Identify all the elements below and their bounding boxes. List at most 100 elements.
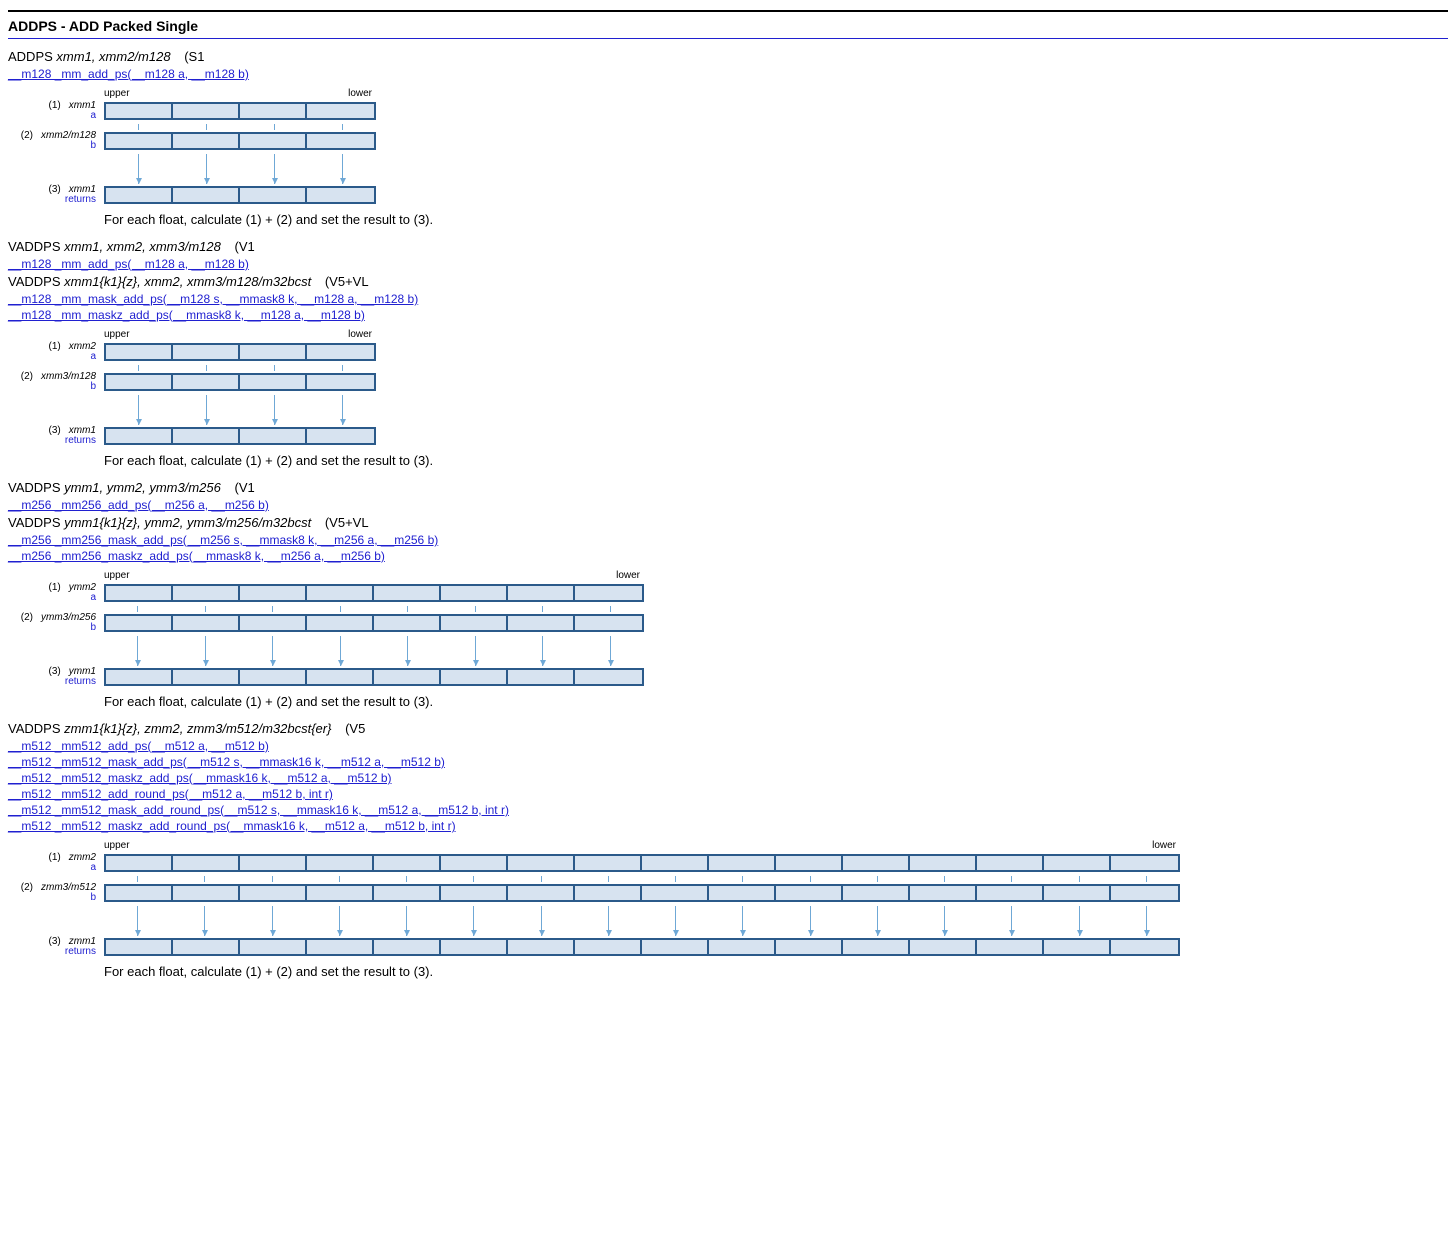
operands: ymm1{k1}{z}, ymm2, ymm3/m256/m32bcst [64, 515, 311, 530]
encoding: (V5+VL [325, 274, 369, 289]
connector-stem [742, 876, 743, 882]
intrinsic-link[interactable]: __m256 _mm256_add_ps(__m256 a, __m256 b) [8, 498, 269, 512]
operand-label: (1)zmm2 a [8, 853, 104, 873]
intrinsic-link[interactable]: __m256 _mm256_maskz_add_ps(__mmask8 k, _… [8, 549, 385, 563]
intrinsic-link[interactable]: __m128 _mm_add_ps(__m128 a, __m128 b) [8, 67, 249, 81]
lane [173, 375, 240, 389]
arrow-down-icon [675, 906, 676, 936]
register-lanes [104, 854, 1180, 872]
intrinsic-link[interactable]: __m128 _mm_mask_add_ps(__m128 s, __mmask… [8, 292, 418, 306]
connector-stem [206, 365, 207, 371]
arrow-down-icon [137, 636, 138, 666]
arrow-down-icon [274, 395, 275, 425]
register-lanes [104, 584, 644, 602]
lane [843, 856, 910, 870]
arrow-down-icon [742, 906, 743, 936]
arrow-down-icon [608, 906, 609, 936]
lane [307, 429, 374, 443]
lane [508, 856, 575, 870]
arrow-down-icon [877, 906, 878, 936]
lane [776, 940, 843, 954]
arrow-down-icon [1079, 906, 1080, 936]
connector-stem [1146, 876, 1147, 882]
operand-label: (2)zmm3/m512 b [8, 883, 104, 903]
operand-row: (1)ymm2 a [8, 582, 1448, 604]
register-lanes [104, 668, 644, 686]
intrinsic-link[interactable]: __m256 _mm256_mask_add_ps(__m256 s, __mm… [8, 533, 438, 547]
lane [173, 856, 240, 870]
encoding: (V1 [235, 239, 255, 254]
lane [240, 345, 307, 359]
operands: ymm1, ymm2, ymm3/m256 [64, 480, 221, 495]
connector-stem [473, 876, 474, 882]
lane [575, 940, 642, 954]
operand-label: (2)xmm3/m128 b [8, 372, 104, 392]
lane [307, 188, 374, 202]
lane [106, 104, 173, 118]
signature: VADDPS xmm1{k1}{z}, xmm2, xmm3/m128/m32b… [8, 274, 1448, 289]
lane [910, 886, 977, 900]
arrow-row [104, 395, 376, 425]
upper-label: upper [104, 840, 130, 851]
connector-stem [340, 606, 341, 612]
lane [173, 104, 240, 118]
intrinsic-link[interactable]: __m512 _mm512_add_round_ps(__m512 a, __m… [8, 787, 333, 801]
arrow-down-icon [339, 906, 340, 936]
lane [642, 940, 709, 954]
operand-row: (3)ymm1 returns [8, 666, 1448, 688]
diagram: upper lower (1)ymm2 a (2)ymm3/m256 b (3)… [8, 570, 1448, 688]
intrinsic-link[interactable]: __m128 _mm_add_ps(__m128 a, __m128 b) [8, 257, 249, 271]
lane [106, 586, 173, 600]
arrow-down-icon [138, 395, 139, 425]
arrow-down-icon [204, 906, 205, 936]
connector-stem [274, 124, 275, 130]
intrinsic-link[interactable]: __m512 _mm512_mask_add_ps(__m512 s, __mm… [8, 755, 445, 769]
lane [173, 616, 240, 630]
mnemonic: VADDPS [8, 274, 61, 289]
instruction-block: ADDPS xmm1, xmm2/m128 (S1 __m128 _mm_add… [8, 49, 1448, 227]
mnemonic: VADDPS [8, 239, 61, 254]
arrow-down-icon [810, 906, 811, 936]
lane [1044, 886, 1111, 900]
arrow-down-icon [206, 154, 207, 184]
connector-stem [272, 876, 273, 882]
operand-row: (2)xmm3/m128 b [8, 371, 1448, 393]
intrinsic-link[interactable]: __m512 _mm512_add_ps(__m512 a, __m512 b) [8, 739, 269, 753]
lane [240, 586, 307, 600]
operand-label: (2)ymm3/m256 b [8, 613, 104, 633]
arrow-down-icon [1011, 906, 1012, 936]
lower-label: lower [616, 570, 640, 581]
arrow-down-icon [340, 636, 341, 666]
arrow-down-icon [944, 906, 945, 936]
intrinsic-link[interactable]: __m512 _mm512_mask_add_round_ps(__m512 s… [8, 803, 509, 817]
connector-stem [272, 606, 273, 612]
page-title: ADDPS - ADD Packed Single [0, 16, 1456, 36]
mnemonic: VADDPS [8, 480, 61, 495]
lane [374, 586, 441, 600]
connector-stem [204, 876, 205, 882]
operand-label: (3)xmm1 returns [8, 426, 104, 446]
signature: VADDPS xmm1, xmm2, xmm3/m128 (V1 [8, 239, 1448, 254]
instruction-block: VADDPS xmm1, xmm2, xmm3/m128 (V1 __m128 … [8, 239, 1448, 468]
operand-row: (2)ymm3/m256 b [8, 612, 1448, 634]
lane [508, 616, 575, 630]
operand-label: (1)xmm2 a [8, 342, 104, 362]
lane [106, 134, 173, 148]
intrinsic-link[interactable]: __m512 _mm512_maskz_add_round_ps(__mmask… [8, 819, 456, 833]
lane [307, 104, 374, 118]
lane [1044, 856, 1111, 870]
connector-row [104, 876, 1180, 882]
register-lanes [104, 373, 376, 391]
lane [240, 670, 307, 684]
intrinsic-link[interactable]: __m128 _mm_maskz_add_ps(__mmask8 k, __m1… [8, 308, 365, 322]
title-underline [8, 38, 1448, 39]
diagram: upper lower (1)xmm1 a (2)xmm2/m128 b (3)… [8, 88, 1448, 206]
register-lanes [104, 102, 376, 120]
lane [575, 886, 642, 900]
diagram: upper lower (1)xmm2 a (2)xmm3/m128 b (3)… [8, 329, 1448, 447]
signature: VADDPS ymm1, ymm2, ymm3/m256 (V1 [8, 480, 1448, 495]
operand-label: (3)zmm1 returns [8, 937, 104, 957]
upper-label: upper [104, 329, 130, 340]
operands: xmm1, xmm2/m128 [56, 49, 170, 64]
intrinsic-link[interactable]: __m512 _mm512_maskz_add_ps(__mmask16 k, … [8, 771, 392, 785]
